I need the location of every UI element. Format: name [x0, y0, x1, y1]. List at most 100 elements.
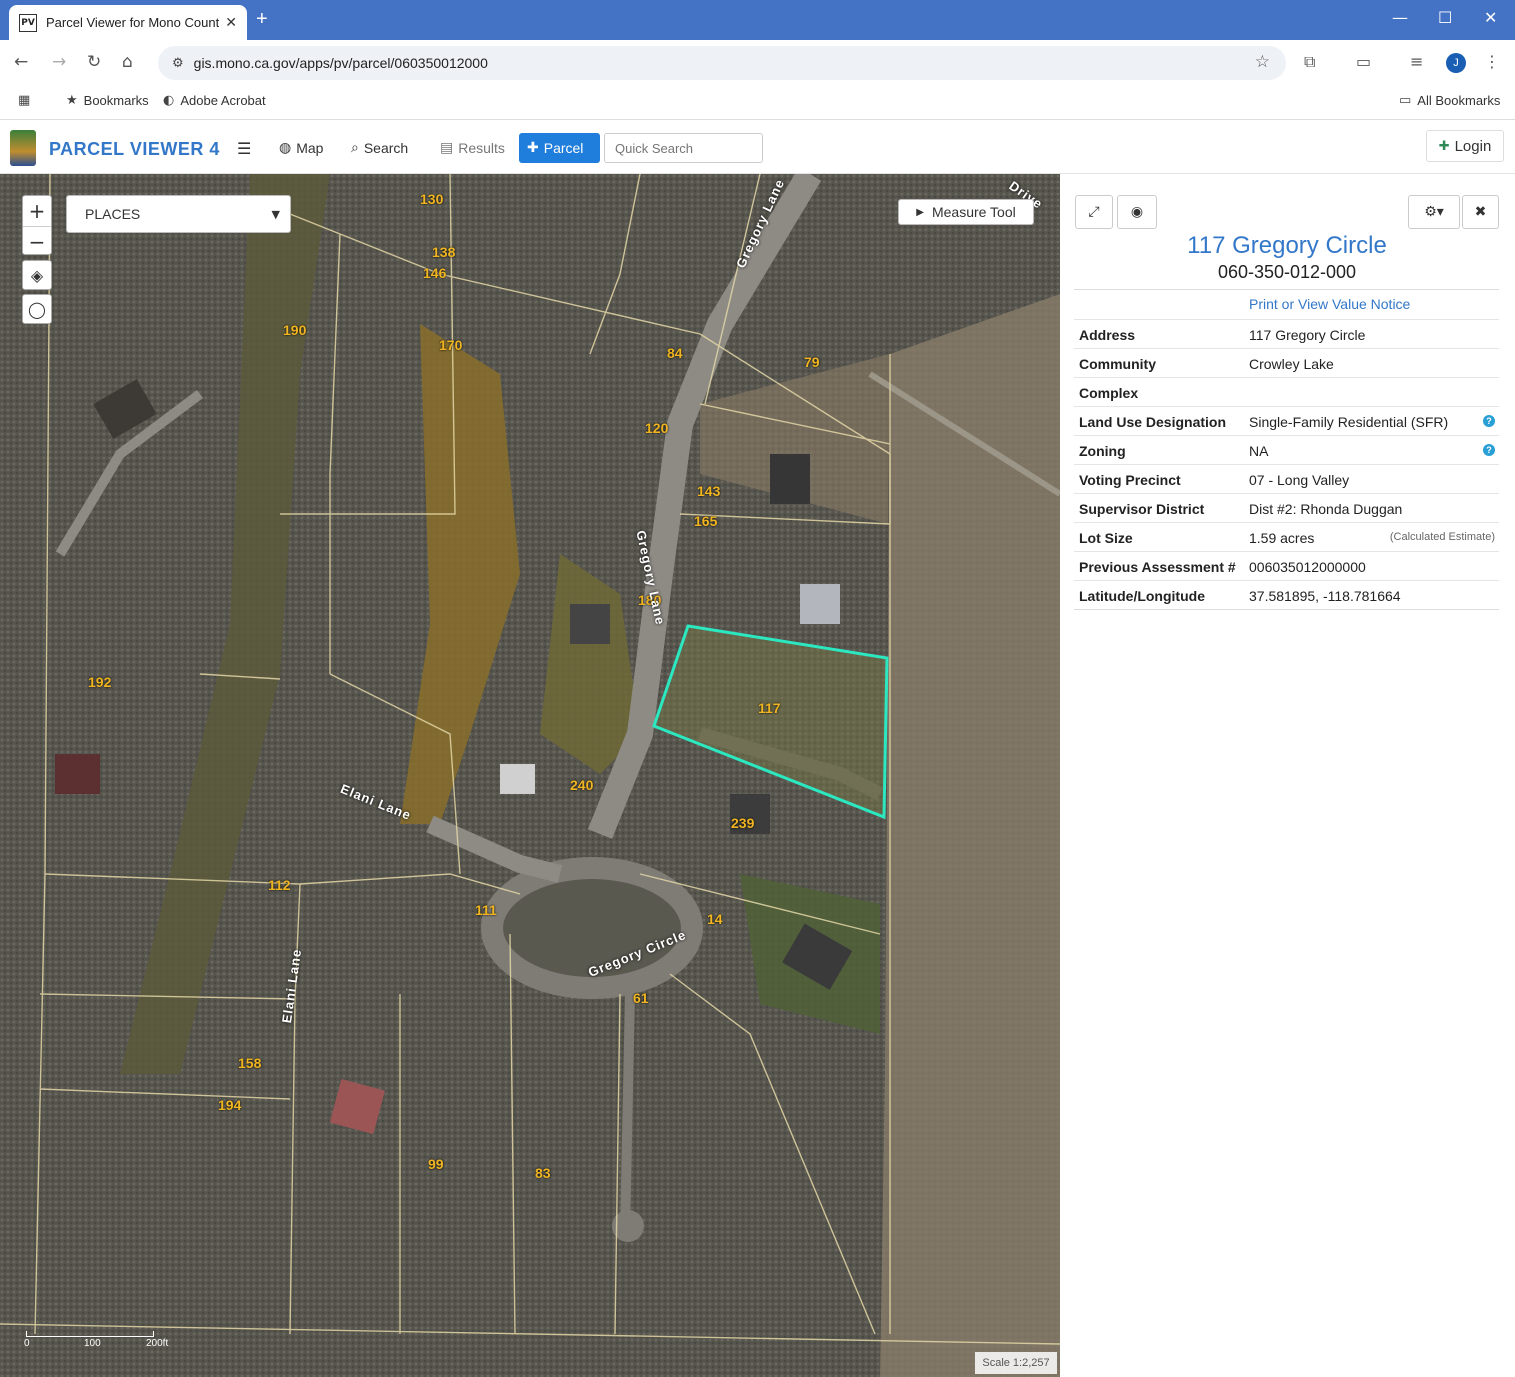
info-row-lot-size: Lot Size 1.59 acres (Calculated Estimate…	[1074, 522, 1499, 551]
reload-icon[interactable]: ↻	[87, 52, 101, 72]
hide-button[interactable]: ◉	[1117, 195, 1157, 229]
all-bookmarks[interactable]: ▭ All Bookmarks	[1399, 93, 1500, 108]
scale-label: 200ft	[146, 1338, 169, 1349]
extensions-icon[interactable]: ⧉	[1304, 52, 1315, 72]
address-bar[interactable]: ⚙ gis.mono.ca.gov/apps/pv/parcel/0603500…	[158, 46, 1286, 80]
locate-button[interactable]: ◯	[22, 294, 52, 324]
parcel-label: 165	[694, 513, 718, 529]
star-icon: ★	[66, 93, 78, 108]
locate-icon: ◯	[28, 299, 46, 319]
parcel-info-panel: ⤢ ◉ ⚙▾ ✖ 117 Gregory Circle 060-350-012-…	[1060, 174, 1515, 1377]
puzzle-icon: ✚	[527, 140, 539, 156]
scale-label: 100	[84, 1338, 101, 1349]
acrobat-icon: ◐	[163, 93, 175, 108]
scale-bar	[26, 1331, 154, 1337]
quick-search-input[interactable]	[604, 133, 763, 163]
parcel-label: 170	[439, 337, 463, 353]
layers-button[interactable]: ◈	[22, 260, 52, 290]
bookmark-star-icon[interactable]: ☆	[1255, 52, 1270, 72]
maximize-icon[interactable]: ☐	[1438, 8, 1452, 27]
info-row-community: Community Crowley Lake	[1074, 348, 1499, 377]
aerial-imagery	[0, 174, 1060, 1377]
info-row-address: Address 117 Gregory Circle	[1074, 319, 1499, 348]
new-tab-icon[interactable]: +	[256, 8, 268, 31]
bookmarks-bar: ▦ ★ Bookmarks ◐ Adobe Acrobat ▭ All Book…	[0, 85, 1515, 120]
scale-ratio: Scale 1:2,257	[975, 1352, 1057, 1374]
help-icon[interactable]: ?	[1483, 415, 1495, 427]
parcel-label: 190	[283, 322, 307, 338]
table-icon: ▤	[440, 140, 454, 156]
expand-icon: ⤢	[1088, 204, 1100, 220]
user-plus-icon: ✚	[1438, 138, 1450, 154]
parcel-label: 143	[697, 483, 721, 499]
folder-icon: ▭	[1399, 93, 1412, 108]
site-info-icon[interactable]: ⚙	[172, 56, 184, 71]
info-row-complex: Complex	[1074, 377, 1499, 406]
browser-tab[interactable]: PV Parcel Viewer for Mono County ✕	[9, 5, 247, 40]
bookmark-bookmarks[interactable]: ★ Bookmarks	[66, 93, 149, 108]
mono-county-logo	[10, 130, 36, 166]
parcel-label: 120	[645, 420, 669, 436]
info-row-land-use: Land Use Designation Single-Family Resid…	[1074, 406, 1499, 435]
parcel-label: 79	[804, 354, 820, 370]
login-button[interactable]: ✚ Login	[1426, 130, 1504, 162]
parcel-label: 14	[707, 911, 723, 927]
expand-button[interactable]: ⤢	[1075, 195, 1113, 229]
parcel-label: 240	[570, 777, 594, 793]
zoom-control: + −	[22, 195, 52, 255]
help-icon[interactable]: ?	[1483, 444, 1495, 456]
scale-label: 0	[24, 1338, 30, 1349]
media-icon[interactable]: ≡	[1410, 52, 1423, 71]
measure-tool-button[interactable]: ▶ Measure Tool	[898, 199, 1034, 225]
globe-icon: ◍	[279, 140, 292, 156]
gear-icon: ⚙▾	[1424, 204, 1444, 220]
hamburger-menu-button[interactable]: ☰	[229, 133, 259, 163]
window-close-icon[interactable]: ✕	[1484, 8, 1497, 27]
parcel-label: 138	[432, 244, 456, 260]
forward-icon[interactable]: →	[52, 52, 66, 72]
parcel-label: 192	[88, 674, 112, 690]
nav-parcel[interactable]: ✚ Parcel	[519, 133, 600, 163]
apps-grid-icon[interactable]: ▦	[18, 93, 30, 108]
parcel-label[interactable]: 117	[758, 700, 781, 716]
zoom-in-button[interactable]: +	[23, 196, 51, 226]
parcel-address-title: 117 Gregory Circle	[1187, 232, 1387, 259]
parcel-label: 111	[475, 902, 497, 918]
menu-kebab-icon[interactable]: ⋮	[1484, 52, 1500, 71]
chevron-down-icon: ▼	[271, 207, 280, 221]
nav-search[interactable]: ⌕ Search	[343, 133, 416, 163]
parcel-apn: 060-350-012-000	[1217, 262, 1357, 282]
home-icon[interactable]: ⌂	[122, 52, 133, 72]
parcel-label: 194	[218, 1097, 242, 1113]
settings-dropdown-button[interactable]: ⚙▾	[1408, 195, 1460, 229]
browser-tab-bar: PV Parcel Viewer for Mono County ✕ + — ☐…	[0, 0, 1515, 40]
close-icon: ✖	[1474, 204, 1487, 220]
back-icon[interactable]: ←	[14, 52, 28, 72]
hamburger-icon: ☰	[237, 138, 252, 158]
cast-icon[interactable]: ▭	[1356, 52, 1371, 71]
zoom-out-button[interactable]: −	[23, 226, 51, 256]
layers-icon: ◈	[30, 265, 44, 285]
places-select[interactable]: PLACES ▼	[66, 195, 291, 233]
map-canvas[interactable]: 130 138 146 190 170 84 79 120 143 165 18…	[0, 174, 1060, 1377]
minimize-icon[interactable]: —	[1392, 8, 1408, 27]
value-notice-link[interactable]: Print or View Value Notice	[1249, 296, 1410, 312]
profile-avatar[interactable]: J	[1446, 53, 1466, 73]
parcel-label: 84	[667, 345, 683, 361]
close-panel-button[interactable]: ✖	[1462, 195, 1499, 229]
info-row-previous-assessment: Previous Assessment # 006035012000000	[1074, 551, 1499, 580]
parcel-label: 112	[268, 877, 291, 893]
parcel-label: 130	[420, 191, 444, 207]
parcel-label: 239	[731, 815, 755, 831]
bookmark-adobe-acrobat[interactable]: ◐ Adobe Acrobat	[163, 93, 266, 108]
app-navbar: PARCEL VIEWER 4 ☰ ◍ Map ⌕ Search ▤ Resul…	[0, 121, 1515, 174]
search-icon: ⌕	[351, 140, 359, 156]
nav-results[interactable]: ▤ Results	[432, 133, 513, 163]
divider	[1074, 289, 1499, 290]
lot-size-note: (Calculated Estimate)	[1389, 531, 1495, 543]
parcel-label: 158	[238, 1055, 262, 1071]
tab-close-icon[interactable]: ✕	[225, 14, 237, 31]
info-row-supervisor-district: Supervisor District Dist #2: Rhonda Dugg…	[1074, 493, 1499, 522]
divider	[1074, 609, 1499, 610]
nav-map[interactable]: ◍ Map	[271, 133, 331, 163]
